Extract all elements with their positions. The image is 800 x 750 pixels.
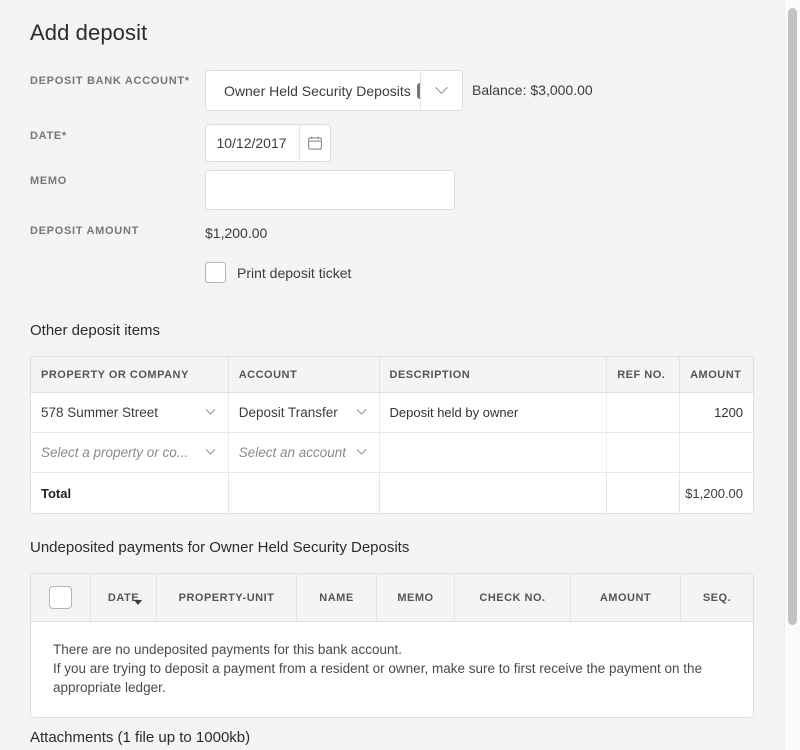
column-header-property-unit[interactable]: PROPERTY-UNIT (157, 574, 297, 621)
select-all-cell[interactable] (31, 574, 91, 621)
column-header-amount[interactable]: AMOUNT (680, 357, 753, 392)
table-total-row: Total $1,200.00 (31, 473, 753, 513)
deposit-bank-account-select[interactable]: Owner Held Security Deposits (205, 70, 463, 111)
deposit-bank-account-label: DEPOSIT BANK ACCOUNT* (30, 75, 190, 87)
column-header-account[interactable]: ACCOUNT (228, 357, 380, 392)
account-dropdown-toggle[interactable] (351, 444, 369, 456)
page-title: Add deposit (30, 20, 148, 45)
deposit-bank-account-value: Owner Held Security Deposits (224, 82, 411, 99)
total-amount: $1,200.00 (685, 485, 744, 501)
date-field[interactable]: 10/12/2017 (205, 124, 331, 162)
total-ref-cell (607, 473, 681, 513)
attachments-title: Attachments (1 file up to 1000kb) (30, 729, 251, 746)
select-all-checkbox[interactable] (49, 586, 72, 609)
property-dropdown-toggle[interactable] (200, 444, 218, 456)
undeposited-payments-title: Undeposited payments for Owner Held Secu… (30, 539, 410, 556)
total-account-cell (229, 473, 380, 513)
deposit-form-page: Add deposit DEPOSIT BANK ACCOUNT* Owner … (0, 0, 784, 750)
empty-state-line-2: If you are trying to deposit a payment f… (53, 661, 703, 695)
chevron-down-icon (435, 81, 448, 95)
column-header-seq[interactable]: SEQ. (681, 574, 753, 621)
table-header-row: PROPERTY OR COMPANY ACCOUNT DESCRIPTION … (31, 357, 753, 393)
total-label: Total (31, 473, 229, 513)
cell-property-value: 578 Summer Street (41, 405, 159, 420)
date-label: DATE* (30, 130, 67, 142)
table-header-row: DATE PROPERTY-UNIT NAME MEMO CHECK NO. A… (31, 574, 753, 622)
calendar-icon (308, 136, 322, 150)
print-deposit-ticket-label: Print deposit ticket (237, 264, 352, 281)
cell-account-value: Deposit Transfer (238, 405, 338, 420)
cell-property-value: Select a property or co... (41, 445, 189, 460)
deposit-bank-account-value-wrap[interactable]: Owner Held Security Deposits (206, 71, 420, 110)
column-header-ref-no[interactable]: REF NO. (607, 357, 681, 392)
cell-property[interactable]: Select a property or co... (31, 433, 229, 472)
date-picker-button[interactable] (299, 125, 330, 161)
chevron-down-icon (356, 404, 367, 415)
bank-account-balance: Balance: $3,000.00 (472, 82, 593, 98)
memo-input[interactable] (205, 170, 455, 210)
print-deposit-ticket-checkbox[interactable] (205, 262, 226, 283)
chevron-down-icon (205, 404, 216, 415)
other-deposit-items-table: PROPERTY OR COMPANY ACCOUNT DESCRIPTION … (30, 356, 754, 514)
table-row: 578 Summer Street Deposit Transfer Depos… (31, 393, 753, 433)
sort-descending-icon (134, 599, 143, 605)
cell-amount[interactable]: 1200 (680, 393, 753, 432)
cell-amount[interactable] (680, 433, 753, 472)
cell-property[interactable]: 578 Summer Street (31, 393, 229, 432)
undeposited-payments-table: DATE PROPERTY-UNIT NAME MEMO CHECK NO. A… (30, 573, 754, 718)
column-header-description[interactable]: DESCRIPTION (379, 357, 608, 392)
deposit-amount-label: DEPOSIT AMOUNT (30, 225, 140, 237)
empty-state-line-1: There are no undeposited payments for th… (53, 642, 402, 657)
vertical-scrollbar[interactable] (784, 0, 800, 750)
date-value[interactable]: 10/12/2017 (206, 125, 299, 161)
cell-description[interactable] (380, 433, 608, 472)
chevron-down-icon (356, 444, 367, 455)
column-header-memo[interactable]: MEMO (377, 574, 455, 621)
other-deposit-items-title: Other deposit items (30, 322, 161, 339)
deposit-amount-value: $1,200.00 (205, 225, 268, 241)
cell-account[interactable]: Deposit Transfer (229, 393, 380, 432)
cell-ref-no[interactable] (607, 433, 681, 472)
cell-ref-no[interactable] (607, 393, 681, 432)
property-dropdown-toggle[interactable] (200, 404, 218, 416)
column-header-check-no[interactable]: CHECK NO. (455, 574, 571, 621)
column-header-property[interactable]: PROPERTY OR COMPANY (31, 357, 229, 392)
memo-label: MEMO (30, 175, 68, 187)
cell-account-value: Select an account (238, 445, 347, 460)
total-description-cell (380, 473, 608, 513)
chevron-down-icon (205, 444, 216, 455)
account-dropdown-toggle[interactable] (351, 404, 369, 416)
deposit-bank-account-dropdown-toggle[interactable] (420, 71, 462, 110)
table-row: Select a property or co... Select an acc… (31, 433, 753, 473)
column-header-name[interactable]: NAME (297, 574, 377, 621)
cell-description[interactable]: Deposit held by owner (380, 393, 608, 432)
print-deposit-ticket-row[interactable]: Print deposit ticket (205, 262, 351, 283)
undeposited-empty-state: There are no undeposited payments for th… (31, 622, 753, 717)
vertical-scrollbar-thumb[interactable] (788, 8, 797, 625)
column-header-amount[interactable]: AMOUNT (571, 574, 681, 621)
column-header-date[interactable]: DATE (91, 574, 157, 621)
cell-account[interactable]: Select an account (229, 433, 380, 472)
